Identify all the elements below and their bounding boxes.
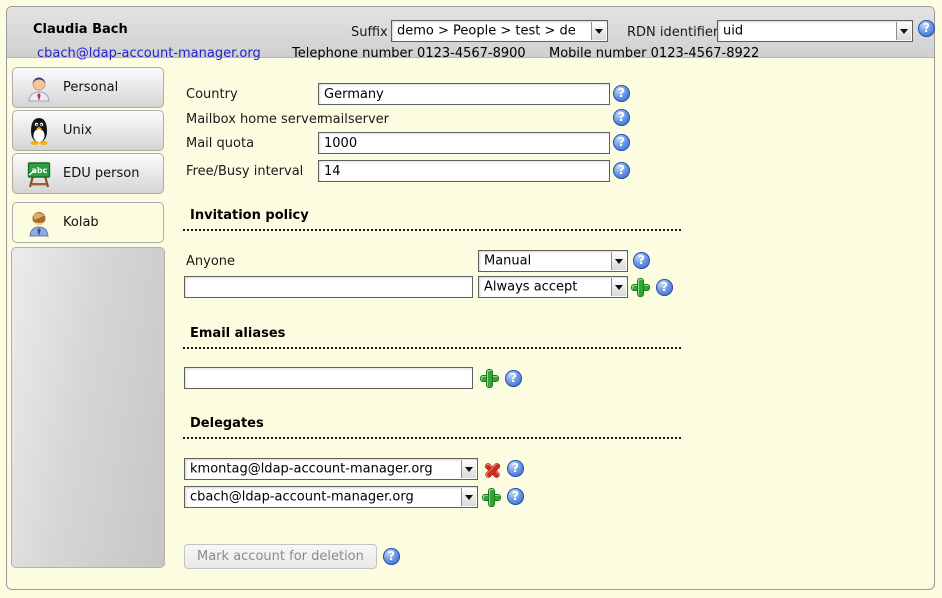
help-icon[interactable] [918, 20, 935, 37]
penguin-icon [24, 116, 54, 146]
tab-label: Personal [63, 80, 118, 95]
tab-edu-person[interactable]: abc EDU person [12, 153, 164, 194]
help-icon[interactable] [613, 162, 630, 179]
delegate-value: kmontag@ldap-account-manager.org [190, 462, 459, 477]
chevron-down-icon [461, 460, 476, 478]
new-delegate-select[interactable]: cbach@ldap-account-manager.org [184, 486, 478, 508]
telephone-text: Telephone number 0123-4567-8900 [292, 46, 526, 61]
new-email-alias-input[interactable] [184, 367, 473, 389]
rdn-select-value: uid [723, 24, 894, 39]
chevron-down-icon [611, 252, 626, 270]
person-icon [24, 73, 54, 103]
help-icon[interactable] [505, 370, 522, 387]
account-name: Claudia Bach [33, 22, 128, 37]
suffix-select-value: demo > People > test > de [397, 24, 589, 39]
chalkboard-icon: abc [24, 159, 54, 189]
delete-icon[interactable] [484, 461, 501, 478]
mail-quota-input[interactable] [318, 132, 610, 154]
tab-kolab[interactable]: Kolab [12, 202, 164, 243]
section-heading-invitation-policy: Invitation policy [183, 208, 681, 231]
kolab-person-icon [24, 208, 54, 238]
tab-personal[interactable]: Personal [12, 67, 164, 108]
svg-text:abc: abc [32, 166, 48, 175]
sidebar-panel [11, 247, 165, 568]
new-invitation-policy-value: Always accept [484, 280, 609, 295]
new-invitation-policy-select[interactable]: Always accept [478, 276, 628, 298]
tab-unix[interactable]: Unix [12, 110, 164, 151]
tab-label: Unix [63, 123, 92, 138]
help-icon[interactable] [633, 252, 650, 269]
help-icon[interactable] [613, 134, 630, 151]
page: { "header": { "name": "Claudia Bach", "e… [0, 0, 942, 598]
chevron-down-icon [611, 278, 626, 296]
add-icon[interactable] [632, 279, 649, 296]
country-input[interactable] [318, 83, 610, 105]
mobile-label: Mobile number [549, 46, 647, 61]
mobile-text: Mobile number 0123-4567-8922 [549, 46, 759, 61]
new-delegate-value: cbach@ldap-account-manager.org [190, 490, 459, 505]
mail-quota-label: Mail quota [186, 136, 254, 151]
anyone-policy-value: Manual [484, 254, 609, 269]
mailbox-home-server-label: Mailbox home server [186, 112, 322, 127]
suffix-select[interactable]: demo > People > test > de [391, 20, 608, 42]
new-invitation-target-input[interactable] [184, 276, 473, 298]
section-heading-email-aliases: Email aliases [183, 326, 681, 349]
account-header: Claudia Bach Suffix demo > People > test… [7, 7, 934, 58]
help-icon[interactable] [613, 109, 630, 126]
rdn-label: RDN identifier [627, 25, 718, 40]
country-label: Country [186, 87, 238, 102]
account-email-link[interactable]: cbach@ldap-account-manager.org [37, 46, 261, 61]
tab-label: Kolab [63, 215, 99, 230]
mobile-value: 0123-4567-8922 [651, 46, 760, 61]
section-heading-delegates: Delegates [183, 416, 681, 439]
help-icon[interactable] [656, 279, 673, 296]
delegate-select[interactable]: kmontag@ldap-account-manager.org [184, 458, 478, 480]
freebusy-interval-input[interactable] [318, 160, 610, 182]
telephone-label: Telephone number [292, 46, 413, 61]
add-icon[interactable] [483, 489, 500, 506]
mark-account-for-deletion-button[interactable]: Mark account for deletion [184, 544, 377, 569]
anyone-policy-select[interactable]: Manual [478, 250, 628, 272]
help-icon[interactable] [507, 488, 524, 505]
mailbox-home-server-value: mailserver [320, 112, 389, 127]
tab-label: EDU person [63, 166, 139, 181]
suffix-label: Suffix [351, 25, 388, 40]
help-icon[interactable] [507, 460, 524, 477]
chevron-down-icon [591, 22, 606, 40]
help-icon[interactable] [383, 548, 400, 565]
chevron-down-icon [896, 22, 911, 40]
help-icon[interactable] [613, 85, 630, 102]
rdn-select[interactable]: uid [717, 20, 913, 42]
add-icon[interactable] [481, 370, 498, 387]
anyone-label: Anyone [186, 254, 235, 269]
chevron-down-icon [461, 488, 476, 506]
telephone-value: 0123-4567-8900 [417, 46, 526, 61]
freebusy-interval-label: Free/Busy interval [186, 164, 303, 179]
